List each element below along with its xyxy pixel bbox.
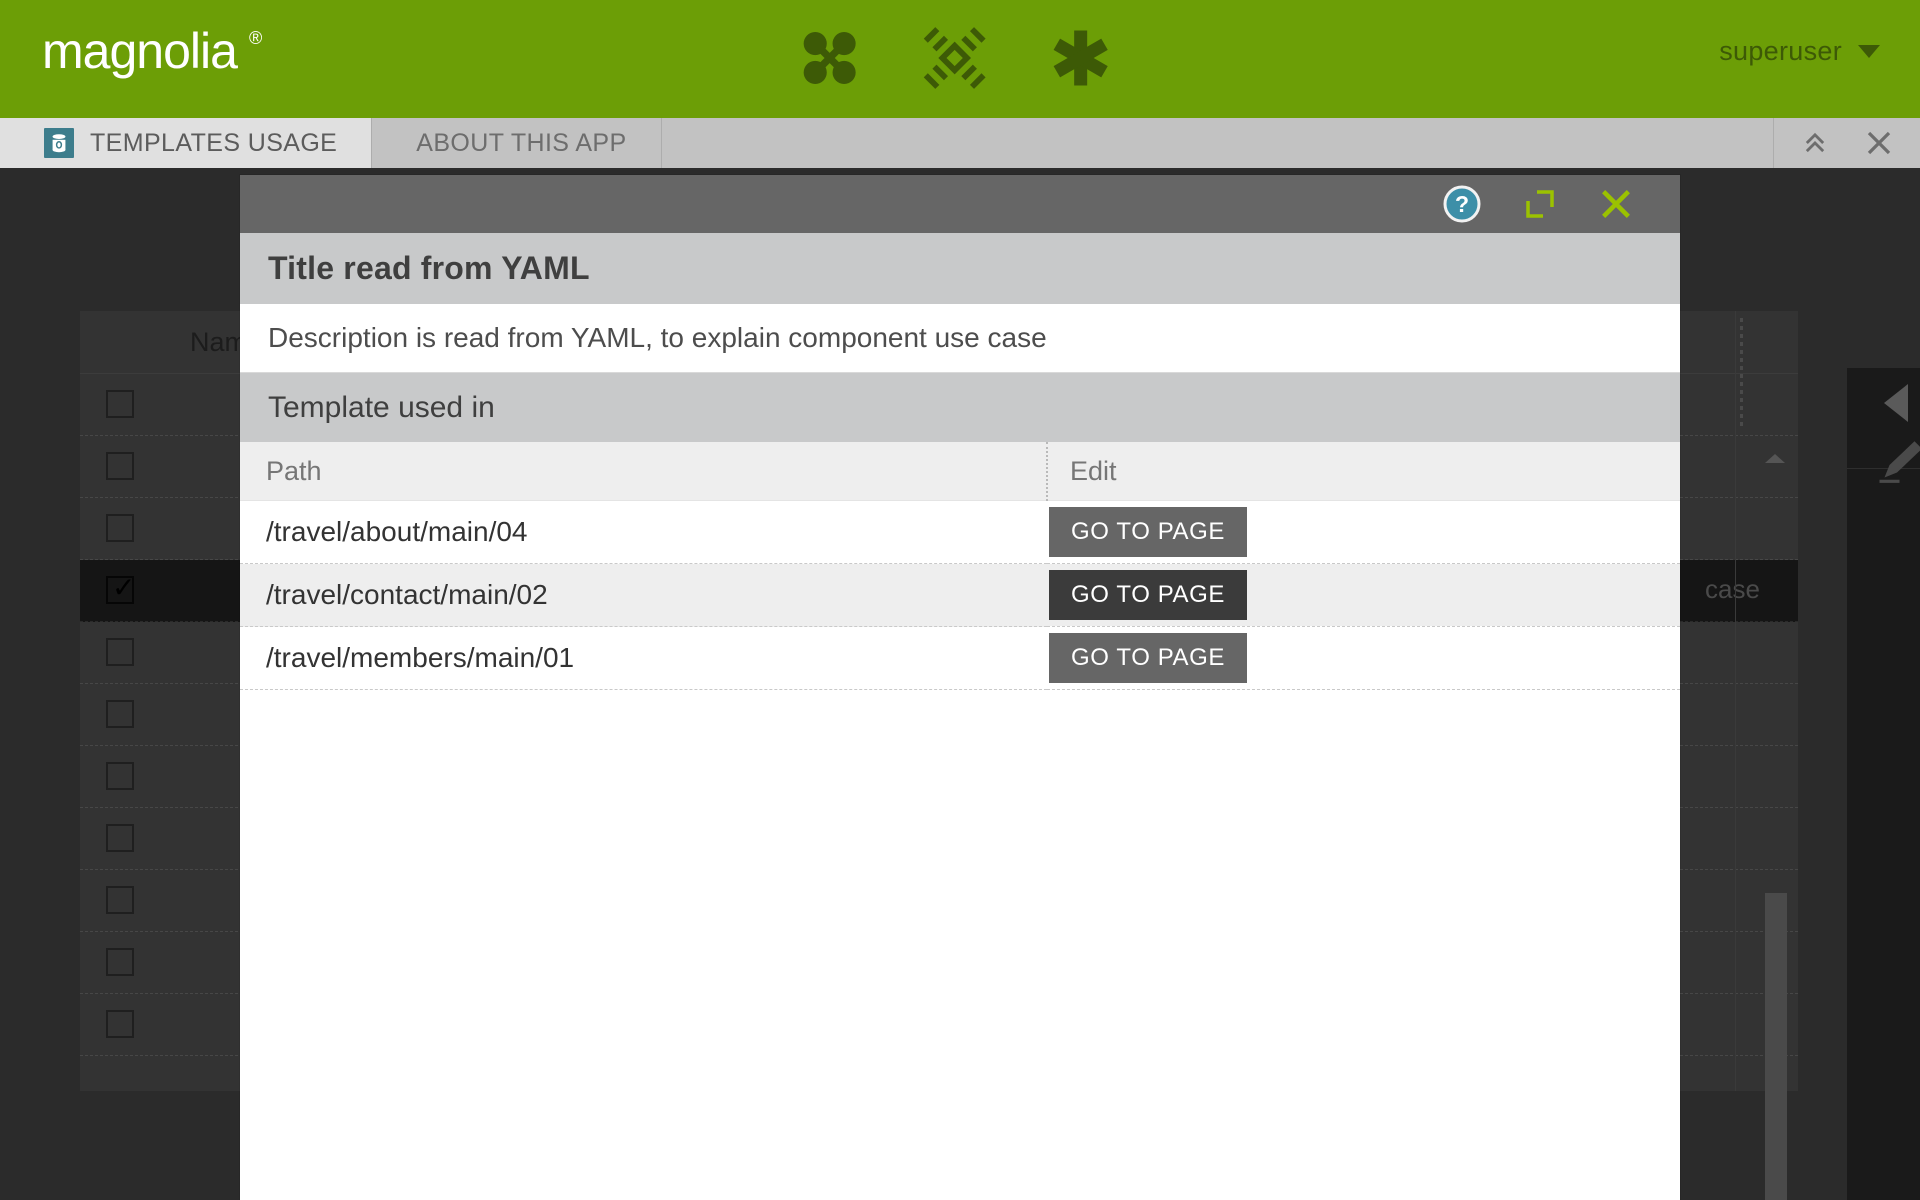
maximize-icon[interactable]: [1524, 188, 1556, 220]
database-zero-icon: [44, 128, 74, 158]
section-title: Template used in: [268, 390, 495, 424]
app-header: magnolia ® superuser: [0, 0, 1920, 118]
column-header-edit[interactable]: Edit: [1046, 442, 1680, 501]
cell-path: /travel/contact/main/02: [240, 563, 1047, 627]
go-to-page-button[interactable]: GO TO PAGE: [1049, 570, 1248, 620]
vertical-scrollbar[interactable]: [1765, 893, 1787, 1200]
header-app-icons: [795, 16, 1115, 100]
background-right-panel: [1847, 368, 1920, 1200]
tab-label: ABOUT THIS APP: [416, 128, 627, 157]
dialog-section-header: Template used in: [240, 372, 1680, 442]
magnolia-logo[interactable]: magnolia ®: [42, 22, 302, 92]
user-menu[interactable]: superuser: [1719, 36, 1880, 67]
row-checkbox[interactable]: [106, 452, 134, 480]
help-question-icon[interactable]: ?: [1442, 184, 1482, 224]
apps-launcher-icon[interactable]: [920, 22, 989, 94]
dialog-title-band: Title read from YAML: [240, 233, 1680, 304]
go-to-page-button[interactable]: GO TO PAGE: [1049, 507, 1248, 557]
row-checkbox[interactable]: [106, 390, 134, 418]
row-checkbox[interactable]: [106, 824, 134, 852]
tab-about-this-app[interactable]: ABOUT THIS APP: [372, 118, 662, 168]
user-name-label: superuser: [1719, 36, 1842, 66]
triangle-left-icon[interactable]: [1884, 384, 1908, 422]
caret-down-icon: [1858, 45, 1880, 58]
cell-edit: GO TO PAGE: [1047, 563, 1680, 627]
grid-right-divider: [1735, 311, 1736, 1091]
table-header-row: Path Edit: [240, 442, 1680, 501]
checkmark-icon: ✓: [112, 572, 136, 603]
scroll-up-arrow-icon[interactable]: [1765, 454, 1785, 463]
svg-text:®: ®: [249, 28, 262, 48]
magnolia-logo-mark: magnolia ®: [42, 23, 262, 79]
pencil-icon[interactable]: [1872, 430, 1920, 490]
column-header-path[interactable]: Path: [240, 442, 1047, 501]
table-row[interactable]: /travel/contact/main/02 GO TO PAGE: [240, 563, 1680, 627]
collapse-chevrons-button[interactable]: [1800, 128, 1830, 158]
asterisk-favorites-icon[interactable]: [1046, 22, 1115, 94]
row-cell-text: case: [1705, 574, 1760, 604]
close-app-button[interactable]: [1864, 128, 1894, 158]
svg-text:magnolia: magnolia: [42, 23, 238, 79]
row-checkbox[interactable]: [106, 1010, 134, 1038]
row-checkbox[interactable]: [106, 948, 134, 976]
tab-templates-usage[interactable]: TEMPLATES USAGE: [0, 118, 373, 168]
go-to-page-button[interactable]: GO TO PAGE: [1049, 633, 1248, 683]
dialog-title: Title read from YAML: [268, 250, 590, 286]
table-header: Path Edit: [240, 442, 1680, 501]
tab-bar: TEMPLATES USAGE ABOUT THIS APP: [0, 118, 1920, 168]
row-checkbox[interactable]: [106, 514, 134, 542]
dialog-toolbar: ?: [240, 175, 1680, 233]
cell-edit: GO TO PAGE: [1047, 500, 1680, 564]
dialog-description: Description is read from YAML, to explai…: [268, 322, 1047, 353]
row-checkbox[interactable]: [106, 886, 134, 914]
row-checkbox[interactable]: [106, 762, 134, 790]
close-x-icon[interactable]: [1598, 186, 1634, 222]
row-checkbox[interactable]: [106, 638, 134, 666]
table-row[interactable]: /travel/about/main/04 GO TO PAGE: [240, 500, 1680, 564]
row-checkbox-checked[interactable]: ✓: [106, 572, 136, 604]
cell-path: /travel/about/main/04: [240, 500, 1047, 564]
tab-label: TEMPLATES USAGE: [90, 128, 338, 157]
svg-text:?: ?: [1455, 191, 1469, 217]
column-resize-handle[interactable]: [1740, 318, 1743, 428]
table-body: /travel/about/main/04 GO TO PAGE /travel…: [240, 500, 1680, 690]
cell-path: /travel/members/main/01: [240, 626, 1047, 690]
template-usage-table: Path Edit /travel/about/main/04 GO TO PA…: [240, 442, 1680, 690]
dialog-description-area: Description is read from YAML, to explai…: [240, 304, 1680, 372]
table-row[interactable]: /travel/members/main/01 GO TO PAGE: [240, 626, 1680, 690]
pulse-icon[interactable]: [795, 22, 864, 94]
component-detail-dialog: ? Title read from YAML Description is re…: [240, 175, 1680, 1200]
tab-bar-spacer: [662, 118, 1774, 168]
tab-bar-controls: [1774, 118, 1920, 168]
row-checkbox[interactable]: [106, 700, 134, 728]
cell-edit: GO TO PAGE: [1047, 626, 1680, 690]
